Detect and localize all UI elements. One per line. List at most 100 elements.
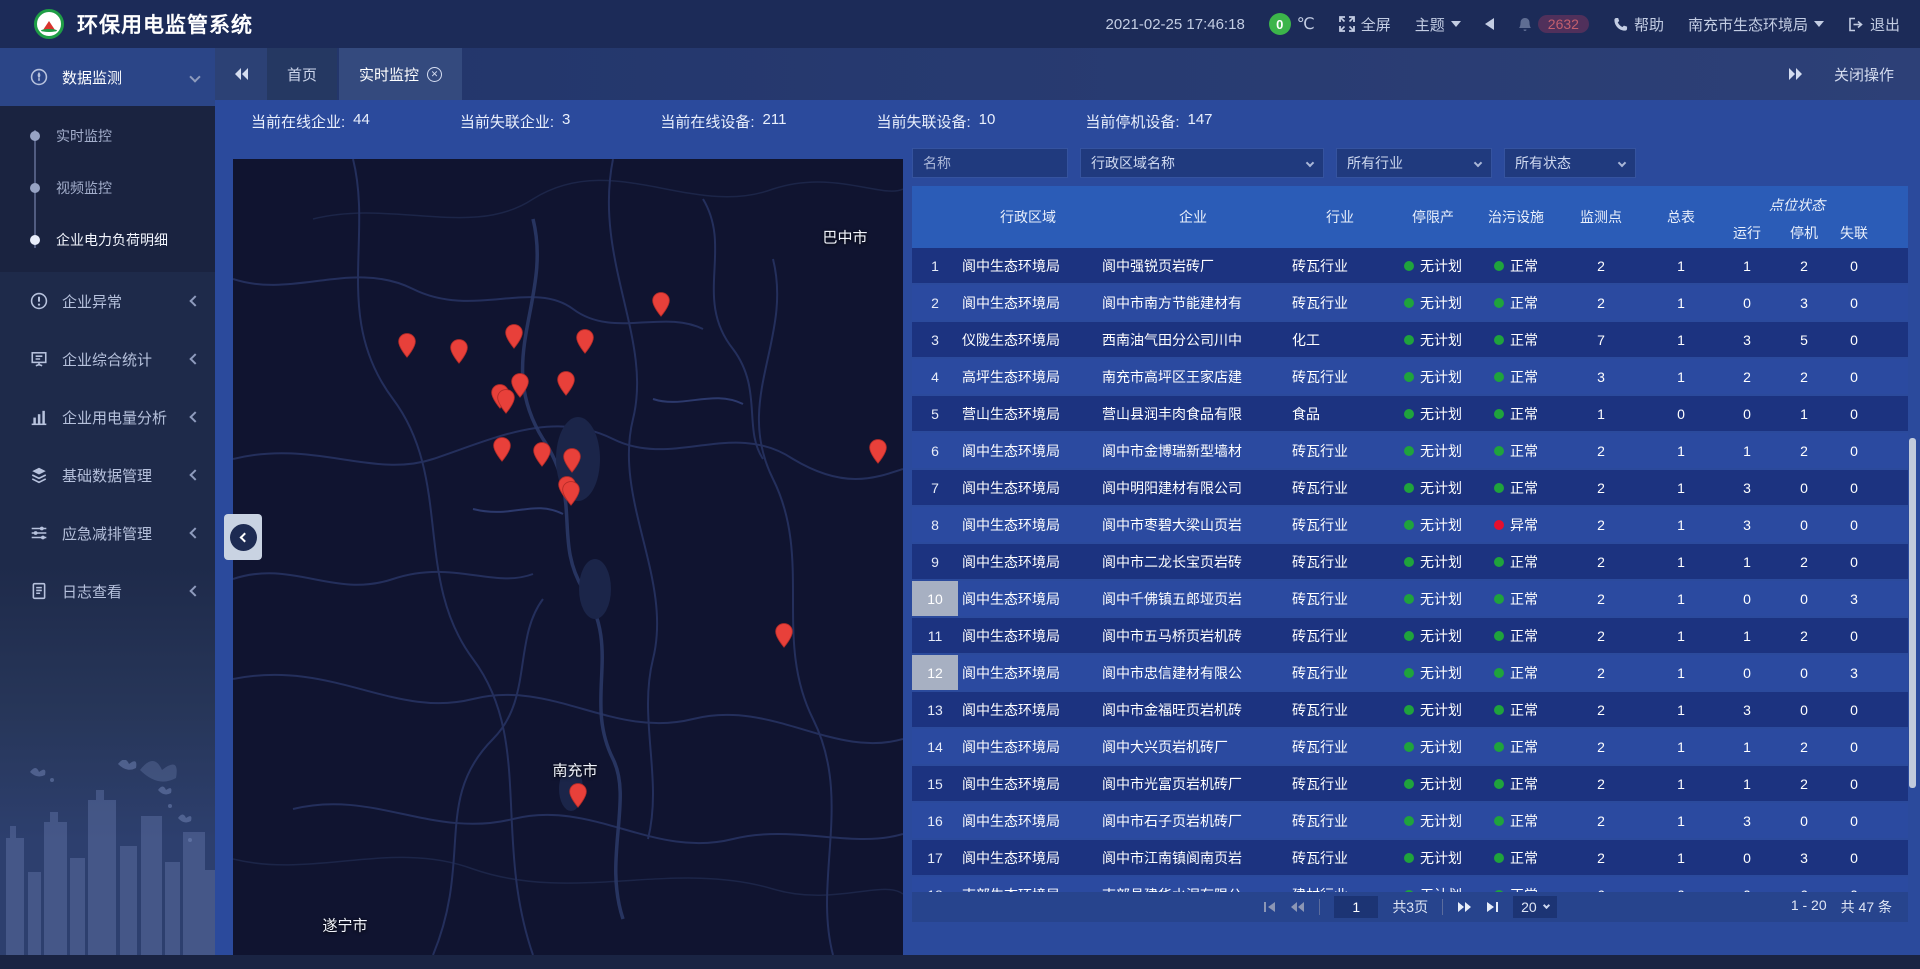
map-pin[interactable] bbox=[652, 292, 671, 317]
sidebar-item-video-monitor[interactable]: 视频监控 bbox=[0, 162, 215, 214]
sound-button[interactable] bbox=[1485, 18, 1494, 30]
status-filter-select[interactable]: 所有状态 bbox=[1504, 148, 1636, 178]
table-row[interactable]: 2 阆中生态环境局 阆中市南方节能建材有 砖瓦行业 无计划 正常 2 1 0 3… bbox=[912, 285, 1908, 320]
status-dot-icon bbox=[1494, 631, 1504, 641]
table-row[interactable]: 1 阆中生态环境局 阆中强锐页岩砖厂 砖瓦行业 无计划 正常 2 1 1 2 0 bbox=[912, 248, 1908, 283]
map-collapse-button[interactable] bbox=[224, 514, 262, 560]
map-pin[interactable] bbox=[450, 339, 469, 364]
cell-lost: 3 bbox=[1832, 591, 1876, 607]
table-row[interactable]: 16 阆中生态环境局 阆中市石子页岩机砖厂 砖瓦行业 无计划 正常 2 1 3 … bbox=[912, 803, 1908, 838]
cell-meter: 1 bbox=[1644, 480, 1718, 496]
map-pin[interactable] bbox=[576, 329, 595, 354]
sidebar-item-enterprise-abnormal[interactable]: 企业异常 bbox=[0, 272, 215, 330]
sidebar-item-power-load-detail[interactable]: 企业电力负荷明细 bbox=[0, 214, 215, 266]
name-filter-input[interactable] bbox=[912, 148, 1068, 178]
cell-points: 7 bbox=[1558, 332, 1644, 348]
table-row[interactable]: 11 阆中生态环境局 阆中市五马桥页岩机砖 砖瓦行业 无计划 正常 2 1 1 … bbox=[912, 618, 1908, 653]
table-row[interactable]: 6 阆中生态环境局 阆中市金博瑞新型墙材 砖瓦行业 无计划 正常 2 1 1 2… bbox=[912, 433, 1908, 468]
org-label: 南充市生态环境局 bbox=[1688, 14, 1808, 35]
map-pin[interactable] bbox=[569, 783, 588, 808]
table-row[interactable]: 18 南部生态环境局 南部县建华水泥有限公 建材行业 无计划 正常 6 0 0 … bbox=[912, 877, 1908, 892]
cell-facility-status: 正常 bbox=[1474, 663, 1558, 683]
table-scrollbar-thumb[interactable] bbox=[1909, 438, 1916, 788]
sidebar-item-base-data-management[interactable]: 基础数据管理 bbox=[0, 446, 215, 504]
map-pin[interactable] bbox=[563, 448, 582, 473]
table-row[interactable]: 4 高坪生态环境局 南充市高坪区王家店建 砖瓦行业 无计划 正常 3 1 2 2… bbox=[912, 359, 1908, 394]
theme-dropdown[interactable]: 主题 bbox=[1415, 14, 1461, 35]
status-dot-icon bbox=[1404, 779, 1414, 789]
map-pin[interactable] bbox=[398, 333, 417, 358]
status-dot-icon bbox=[1404, 557, 1414, 567]
fullscreen-button[interactable]: 全屏 bbox=[1339, 14, 1391, 35]
chevron-icon bbox=[189, 585, 200, 596]
table-row[interactable]: 14 阆中生态环境局 阆中大兴页岩机砖厂 砖瓦行业 无计划 正常 2 1 1 2… bbox=[912, 729, 1908, 764]
org-dropdown[interactable]: 南充市生态环境局 bbox=[1688, 14, 1824, 35]
map-pin[interactable] bbox=[533, 442, 552, 467]
next-page-button[interactable] bbox=[1457, 901, 1472, 913]
cell-region: 阆中生态环境局 bbox=[958, 774, 1098, 794]
double-right-arrow-icon[interactable] bbox=[1788, 67, 1804, 81]
sidebar-item-enterprise-statistics[interactable]: 企业综合统计 bbox=[0, 330, 215, 388]
col-lost: 失联 bbox=[1832, 217, 1876, 248]
table-row[interactable]: 13 阆中生态环境局 阆中市金福旺页岩机砖 砖瓦行业 无计划 正常 2 1 3 … bbox=[912, 692, 1908, 727]
logout-icon bbox=[1848, 17, 1864, 32]
first-page-button[interactable] bbox=[1263, 901, 1276, 913]
help-button[interactable]: 帮助 bbox=[1613, 14, 1664, 35]
table-row[interactable]: 8 阆中生态环境局 阆中市枣碧大梁山页岩 砖瓦行业 无计划 异常 2 1 3 0… bbox=[912, 507, 1908, 542]
cell-lost: 0 bbox=[1832, 480, 1876, 496]
cell-stop-status: 无计划 bbox=[1392, 404, 1474, 424]
stat-item: 当前在线企业: 44 bbox=[251, 111, 370, 132]
status-dot-icon bbox=[1494, 372, 1504, 382]
status-dot-icon bbox=[1404, 372, 1414, 382]
cell-industry: 砖瓦行业 bbox=[1288, 293, 1392, 313]
tabs-scroll-left-button[interactable] bbox=[215, 48, 267, 100]
stat-value: 44 bbox=[353, 111, 370, 132]
map-roads-layer bbox=[233, 159, 903, 955]
chevron-down-icon bbox=[1618, 159, 1626, 167]
caret-down-icon bbox=[1814, 21, 1824, 27]
table-row[interactable]: 17 阆中生态环境局 阆中市江南镇阆南页岩 砖瓦行业 无计划 正常 2 1 0 … bbox=[912, 840, 1908, 875]
logout-button[interactable]: 退出 bbox=[1848, 14, 1900, 35]
page-number-input[interactable] bbox=[1334, 896, 1378, 918]
map-pin[interactable] bbox=[497, 389, 516, 414]
region-filter-select[interactable]: 行政区域名称 bbox=[1080, 148, 1324, 178]
map-pin[interactable] bbox=[562, 481, 581, 506]
prev-page-button[interactable] bbox=[1290, 901, 1305, 913]
map-pin[interactable] bbox=[505, 324, 524, 349]
map-pin[interactable] bbox=[557, 371, 576, 396]
status-dot-icon bbox=[1404, 631, 1414, 641]
map-pin[interactable] bbox=[775, 623, 794, 648]
table-row[interactable]: 9 阆中生态环境局 阆中市二龙长宝页岩砖 砖瓦行业 无计划 正常 2 1 1 2… bbox=[912, 544, 1908, 579]
notifications-button[interactable]: 2632 bbox=[1518, 15, 1589, 33]
cell-halt: 0 bbox=[1776, 591, 1832, 607]
cell-lost: 0 bbox=[1832, 517, 1876, 533]
map-pin[interactable] bbox=[493, 437, 512, 462]
map-canvas[interactable]: 巴中市南充市遂宁市 bbox=[233, 159, 903, 955]
table-row[interactable]: 5 营山生态环境局 营山县润丰肉食品有限 食品 无计划 正常 1 0 0 1 0 bbox=[912, 396, 1908, 431]
table-row[interactable]: 3 仪陇生态环境局 西南油气田分公司川中 化工 无计划 正常 7 1 3 5 0 bbox=[912, 322, 1908, 357]
sidebar-item-log-view[interactable]: 日志查看 bbox=[0, 562, 215, 620]
first-page-icon bbox=[1263, 901, 1276, 913]
industry-filter-select[interactable]: 所有行业 bbox=[1336, 148, 1492, 178]
sidebar-item-power-usage-analysis[interactable]: 企业用电量分析 bbox=[0, 388, 215, 446]
map-pin[interactable] bbox=[869, 439, 888, 464]
collapse-left-icon bbox=[230, 524, 257, 551]
table-row[interactable]: 12 阆中生态环境局 阆中市忠信建材有限公 砖瓦行业 无计划 正常 2 1 0 … bbox=[912, 655, 1908, 690]
tab[interactable]: 实时监控 ✕ bbox=[339, 48, 462, 100]
close-operations-button[interactable]: 关闭操作 bbox=[1834, 64, 1894, 85]
last-page-button[interactable] bbox=[1486, 901, 1499, 913]
table-row[interactable]: 10 阆中生态环境局 阆中千佛镇五郎垭页岩 砖瓦行业 无计划 正常 2 1 0 … bbox=[912, 581, 1908, 616]
cell-points: 2 bbox=[1558, 591, 1644, 607]
cell-industry: 砖瓦行业 bbox=[1288, 515, 1392, 535]
table-row[interactable]: 7 阆中生态环境局 阆中明阳建材有限公司 砖瓦行业 无计划 正常 2 1 3 0… bbox=[912, 470, 1908, 505]
sidebar-item-realtime-monitor[interactable]: 实时监控 bbox=[0, 110, 215, 162]
cell-company: 阆中市金博瑞新型墙材 bbox=[1098, 441, 1288, 461]
tab-close-icon[interactable]: ✕ bbox=[427, 67, 442, 82]
cell-meter: 1 bbox=[1644, 295, 1718, 311]
sidebar-item-data-monitor[interactable]: 数据监测 bbox=[0, 48, 215, 106]
tab-label: 首页 bbox=[287, 64, 317, 85]
sidebar-item-emergency-reduction[interactable]: 应急减排管理 bbox=[0, 504, 215, 562]
tab[interactable]: 首页 bbox=[267, 48, 337, 100]
table-row[interactable]: 15 阆中生态环境局 阆中市光富页岩机砖厂 砖瓦行业 无计划 正常 2 1 1 … bbox=[912, 766, 1908, 801]
page-size-select[interactable]: 20 bbox=[1513, 896, 1557, 918]
